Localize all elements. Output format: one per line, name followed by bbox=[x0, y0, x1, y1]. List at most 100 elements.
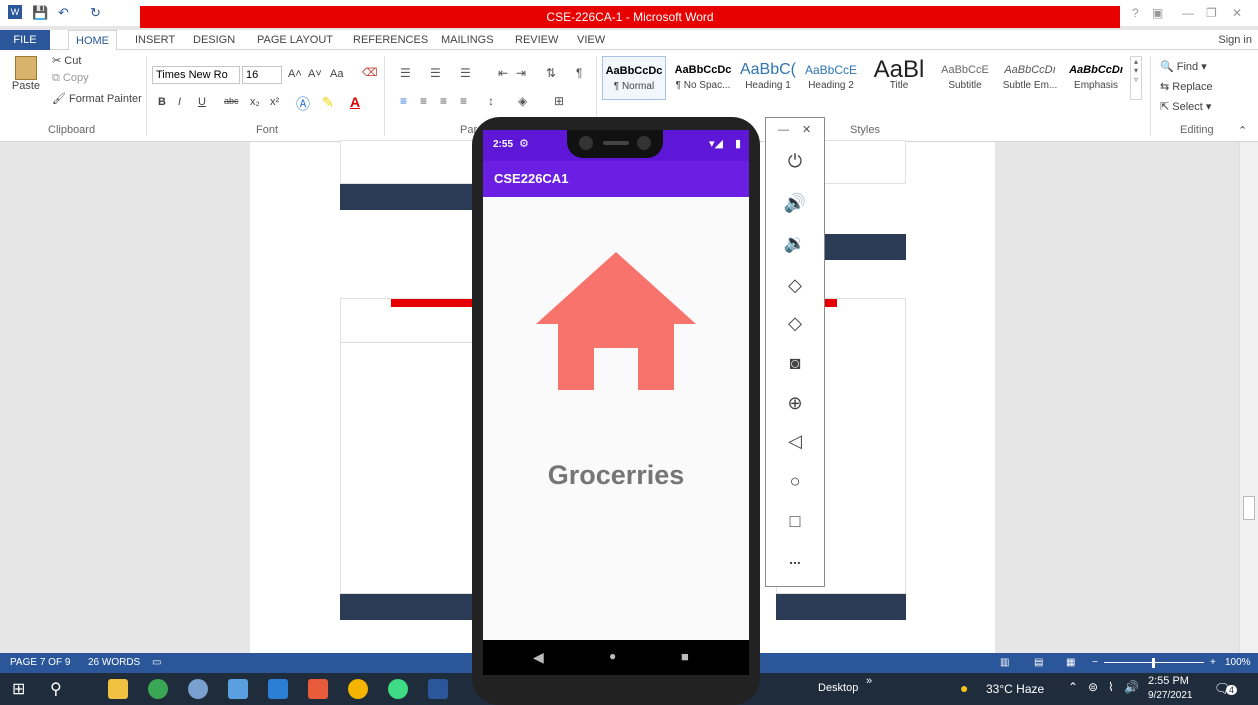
tab-references[interactable]: REFERENCES bbox=[346, 30, 435, 50]
overview-icon[interactable]: □ bbox=[766, 506, 824, 536]
decrease-indent-icon[interactable]: ⇤ bbox=[498, 66, 508, 80]
windows-start-icon[interactable]: ⊞ bbox=[12, 679, 25, 699]
emulator-minimize-button[interactable]: — bbox=[778, 124, 789, 136]
read-mode-icon[interactable]: ▥ bbox=[1000, 653, 1009, 673]
grow-font-button[interactable]: A˄ bbox=[288, 68, 302, 80]
shading-icon[interactable]: ◈ bbox=[518, 94, 527, 108]
rotate-right-icon[interactable]: ◇ bbox=[766, 308, 824, 338]
zoom-icon[interactable]: ⊕ bbox=[766, 388, 824, 418]
more-options-icon[interactable]: ... bbox=[766, 544, 824, 574]
pilcrow-icon[interactable]: ¶ bbox=[576, 66, 582, 80]
power-icon[interactable]: ⏻ bbox=[766, 146, 824, 176]
format-painter-button[interactable]: 🖌 Format Painter bbox=[52, 92, 142, 105]
screenshot-icon[interactable]: ◙ bbox=[766, 348, 824, 378]
multilevel-list-icon[interactable]: ☰ bbox=[460, 66, 471, 80]
emulator-close-button[interactable]: ✕ bbox=[802, 123, 811, 136]
clock-time[interactable]: 2:55 PM bbox=[1148, 675, 1189, 687]
change-case-button[interactable]: Aa bbox=[330, 68, 343, 80]
search-icon[interactable]: ⚲ bbox=[50, 679, 62, 699]
phone-screen[interactable] bbox=[483, 130, 749, 675]
copy-button[interactable]: ⧉ Copy bbox=[52, 72, 89, 85]
text-effects-icon[interactable]: Ⓐ bbox=[296, 94, 310, 114]
desktop-toolbar[interactable]: Desktop bbox=[818, 682, 858, 694]
chevron-icon[interactable]: » bbox=[866, 675, 872, 687]
save-icon[interactable]: 💾 bbox=[32, 5, 48, 21]
replace-button[interactable]: ⇆ Replace bbox=[1160, 80, 1213, 93]
zoom-slider-thumb[interactable] bbox=[1152, 658, 1155, 668]
bold-button[interactable]: B bbox=[158, 96, 166, 108]
volume-down-icon[interactable]: 🔉 bbox=[766, 228, 824, 258]
app-icon[interactable] bbox=[228, 679, 248, 699]
nav-home-icon[interactable]: ● bbox=[609, 649, 616, 663]
styles-scroll[interactable]: ▴ ▾ ▿ bbox=[1130, 56, 1142, 100]
tab-file[interactable]: FILE bbox=[0, 30, 50, 50]
borders-icon[interactable]: ⊞ bbox=[554, 94, 564, 108]
select-button[interactable]: ⇱ Select ▾ bbox=[1160, 100, 1211, 113]
clear-formatting-icon[interactable]: ⌫ bbox=[362, 66, 378, 79]
style-no-spacing[interactable]: AaBbCcDc ¶ No Spac... bbox=[670, 56, 736, 100]
paste-button[interactable]: Paste bbox=[8, 56, 44, 96]
tab-insert[interactable]: INSERT bbox=[128, 30, 182, 50]
collapse-ribbon-icon[interactable]: ⌃ bbox=[1238, 124, 1247, 137]
close-button[interactable]: ✕ bbox=[1232, 6, 1242, 20]
word-count[interactable]: 26 WORDS bbox=[88, 653, 140, 673]
print-layout-icon[interactable]: ▤ bbox=[1034, 653, 1043, 673]
restore-button[interactable]: ❐ bbox=[1206, 6, 1217, 20]
justify-icon[interactable]: ≡ bbox=[460, 94, 467, 108]
proofing-icon[interactable]: ▭ bbox=[152, 653, 161, 673]
strikethrough-button[interactable]: abc bbox=[224, 96, 239, 106]
align-center-icon[interactable]: ≡ bbox=[420, 94, 427, 108]
app-icon[interactable] bbox=[188, 679, 208, 699]
font-name-select[interactable]: Times New Ro bbox=[152, 66, 240, 84]
page-count[interactable]: PAGE 7 OF 9 bbox=[10, 653, 70, 673]
tab-review[interactable]: REVIEW bbox=[508, 30, 565, 50]
tab-page-layout[interactable]: PAGE LAYOUT bbox=[250, 30, 340, 50]
redo-icon[interactable]: ↻ bbox=[90, 5, 101, 21]
zoom-level[interactable]: 100% bbox=[1225, 653, 1251, 673]
tab-view[interactable]: VIEW bbox=[570, 30, 612, 50]
volume-up-icon[interactable]: 🔊 bbox=[766, 188, 824, 218]
underline-button[interactable]: U bbox=[198, 96, 206, 108]
align-left-icon[interactable]: ≡ bbox=[400, 94, 407, 108]
home-button-icon[interactable]: ○ bbox=[766, 466, 824, 496]
cut-button[interactable]: ✂ Cut bbox=[52, 54, 81, 67]
increase-indent-icon[interactable]: ⇥ bbox=[516, 66, 526, 80]
sort-icon[interactable]: ⇅ bbox=[546, 66, 556, 80]
grocery-label[interactable]: Grocerries bbox=[483, 460, 749, 491]
speaker-icon[interactable]: 🔊 bbox=[1124, 680, 1139, 694]
weather-text[interactable]: 33°C Haze bbox=[986, 682, 1044, 696]
android-studio-icon[interactable] bbox=[388, 679, 408, 699]
help-icon[interactable]: ? bbox=[1132, 6, 1139, 20]
font-size-select[interactable]: 16 bbox=[242, 66, 282, 84]
style-subtitle[interactable]: AaBbCcE Subtitle bbox=[934, 56, 996, 100]
shrink-font-button[interactable]: A˅ bbox=[308, 68, 322, 80]
minimize-button[interactable]: — bbox=[1182, 6, 1194, 20]
vertical-scrollbar[interactable] bbox=[1239, 142, 1258, 653]
chrome-icon[interactable] bbox=[348, 679, 368, 699]
tab-mailings[interactable]: MAILINGS bbox=[434, 30, 501, 50]
web-layout-icon[interactable]: ▦ bbox=[1066, 653, 1075, 673]
wifi-icon[interactable]: ⌇ bbox=[1108, 680, 1114, 694]
font-color-icon[interactable]: A bbox=[350, 94, 360, 110]
zoom-out-icon[interactable]: − bbox=[1092, 653, 1098, 673]
rotate-left-icon[interactable]: ◇ bbox=[766, 270, 824, 300]
style-subtle-emphasis[interactable]: AaBbCcDı Subtle Em... bbox=[998, 56, 1062, 100]
find-button[interactable]: 🔍 Find ▾ bbox=[1160, 60, 1207, 73]
home-icon[interactable] bbox=[536, 252, 696, 390]
nav-back-icon[interactable]: ◀ bbox=[533, 649, 544, 666]
tab-design[interactable]: DESIGN bbox=[186, 30, 242, 50]
line-spacing-icon[interactable]: ↕ bbox=[488, 94, 494, 108]
clock-date[interactable]: 9/27/2021 bbox=[1148, 690, 1193, 701]
italic-button[interactable]: I bbox=[178, 96, 181, 108]
numbering-icon[interactable]: ☰ bbox=[430, 66, 441, 80]
style-heading-2[interactable]: AaBbCcE Heading 2 bbox=[800, 56, 862, 100]
style-heading-1[interactable]: AaBbC(Heading 1 bbox=[738, 56, 798, 100]
highlight-icon[interactable]: ✎ bbox=[322, 94, 334, 111]
undo-icon[interactable]: ↶ bbox=[58, 5, 69, 21]
style-emphasis[interactable]: AaBbCcDı Emphasis bbox=[1064, 56, 1128, 100]
align-right-icon[interactable]: ≡ bbox=[440, 94, 447, 108]
vscode-icon[interactable] bbox=[268, 679, 288, 699]
back-icon[interactable]: ◁ bbox=[766, 426, 824, 456]
subscript-button[interactable]: x₂ bbox=[250, 96, 260, 108]
zoom-in-icon[interactable]: + bbox=[1210, 653, 1216, 673]
